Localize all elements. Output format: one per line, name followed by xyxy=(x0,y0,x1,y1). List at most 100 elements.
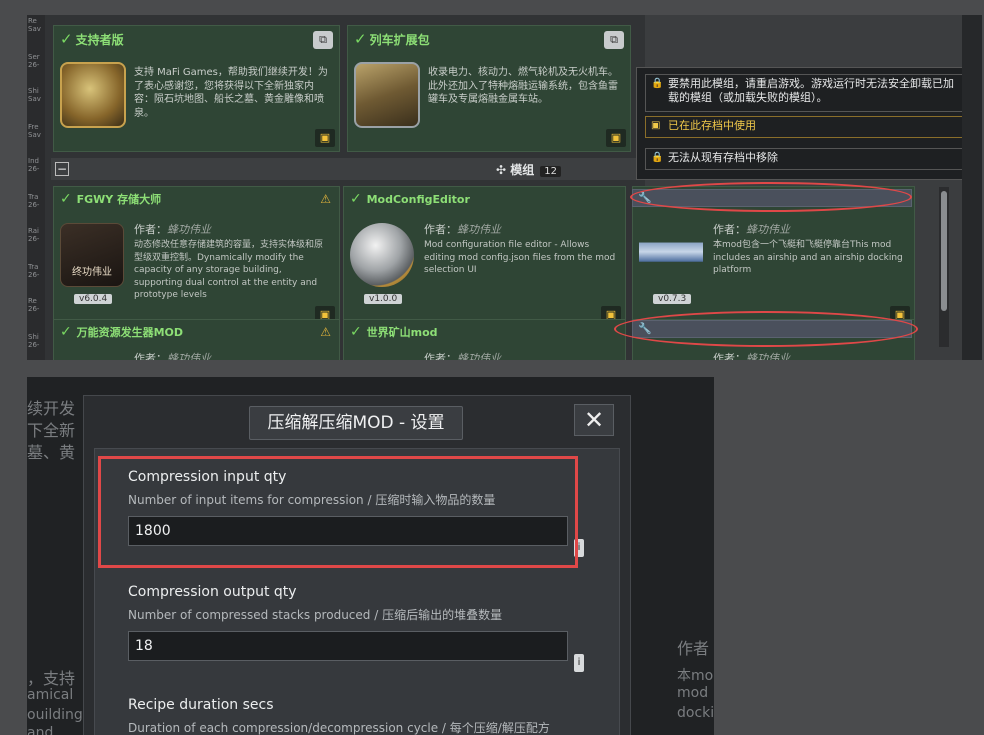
mod-card[interactable]: ✓ 世界矿山mod 作者：蜂功伟业 xyxy=(343,319,626,360)
mod-author: 作者：蜂功伟业 xyxy=(424,352,501,360)
mod-title: ✓ 世界矿山mod xyxy=(350,324,438,340)
close-button[interactable]: ✕ xyxy=(574,404,614,436)
setting-help: Duration of each compression/decompressi… xyxy=(128,721,550,735)
version-badge: v0.7.3 xyxy=(653,294,692,304)
save-entry[interactable]: Sav xyxy=(28,95,44,103)
version-badge: v1.0.0 xyxy=(364,294,403,304)
lock-icon: 🔒 xyxy=(651,78,664,89)
warning-icon[interactable]: ⚠ xyxy=(320,325,331,339)
mod-tooltip: 🔒 要禁用此模组，请重启游戏。游戏运行时无法安全卸载已加载的模组（或加载失败的模组… xyxy=(636,67,972,180)
mod-count-badge: 12 xyxy=(540,166,561,177)
mod-card[interactable]: ✓ ModConfigEditor 作者：蜂功伟业 Mod configurat… xyxy=(343,186,626,329)
background-text: amical xyxy=(27,687,74,703)
save-entry[interactable]: 26- xyxy=(28,201,44,209)
save-entry[interactable]: Shi xyxy=(28,87,44,95)
save-entry[interactable]: Tra xyxy=(28,193,44,201)
background-text: 下全新 xyxy=(27,421,76,440)
background-text: ，支持 xyxy=(27,669,76,688)
dlc-title: ✓ 支持者版 xyxy=(60,30,124,48)
setting-label: Compression output qty xyxy=(128,584,297,600)
setting-label: Recipe duration secs xyxy=(128,697,274,713)
version-badge: v6.0.4 xyxy=(74,294,113,304)
mod-author: 作者：蜂功伟业 xyxy=(134,352,211,360)
mod-description: Mod configuration file editor - Allows e… xyxy=(424,240,616,275)
save-icon: ▣ xyxy=(651,120,661,131)
compression-output-field[interactable]: 18 xyxy=(128,631,568,661)
external-link-icon[interactable]: ⧉ xyxy=(604,31,624,49)
supporter-thumbnail xyxy=(60,62,126,128)
external-link-icon[interactable]: ⧉ xyxy=(313,31,333,49)
save-entry[interactable]: 26- xyxy=(28,61,44,69)
dlc-title: ✓ 列车扩展包 xyxy=(354,30,430,48)
checkmark-icon: ✓ xyxy=(60,324,77,340)
save-entry[interactable]: Fre xyxy=(28,123,44,131)
save-icon: ▣ xyxy=(315,129,335,147)
warning-icon[interactable]: ⚠ xyxy=(320,192,331,206)
save-entry[interactable]: Sav xyxy=(28,131,44,139)
lock-icon: 🔒 xyxy=(651,152,664,163)
info-icon[interactable]: i xyxy=(574,654,584,672)
background-text: 作者 xyxy=(677,639,710,658)
checkmark-icon: ✓ xyxy=(60,191,77,207)
mod-title: ✓ 万能资源发生器MOD xyxy=(60,324,184,340)
save-entry[interactable]: Ser xyxy=(28,53,44,61)
collapse-button[interactable]: − xyxy=(55,162,69,176)
save-entry[interactable]: Re xyxy=(28,17,44,25)
tooltip-cannot-remove: 🔒 无法从现有存档中移除 xyxy=(645,148,963,170)
mod-title: ✓ ModConfigEditor xyxy=(350,191,470,207)
right-edge-strip xyxy=(962,15,982,360)
checkmark-icon: ✓ xyxy=(350,191,367,207)
dialog-title: 压缩解压缩MOD - 设置 xyxy=(249,406,463,440)
save-entry[interactable]: Shi xyxy=(28,333,44,341)
setting-compression-output: Compression output qty Number of compres… xyxy=(128,584,588,672)
save-entry[interactable]: Rai xyxy=(28,227,44,235)
mod-description: 本mod包含一个飞艇和飞艇停靠台This mod includes an air… xyxy=(713,240,903,275)
mod-author: 作者：蜂功伟业 xyxy=(134,223,211,236)
setting-recipe-duration: Recipe duration secs Duration of each co… xyxy=(128,697,588,735)
save-entry[interactable]: Re xyxy=(28,297,44,305)
mod-author: 作者：蜂功伟业 xyxy=(713,352,790,360)
mod-description: 动态修改任意存储建筑的容量，支持实体级和原型级双重控制。Dynamically … xyxy=(134,240,324,300)
save-entry[interactable]: 26- xyxy=(28,235,44,243)
mod-card[interactable]: ✓ 万能资源发生器MOD ⚠ 作者：蜂功伟业 xyxy=(53,319,340,360)
mod-author: 作者：蜂功伟业 xyxy=(713,223,790,236)
airship-thumbnail xyxy=(639,223,703,287)
save-entry[interactable]: 26- xyxy=(28,165,44,173)
group-title: ✣ 模组 12 xyxy=(496,161,561,178)
dlc-card-train[interactable]: ✓ 列车扩展包 ⧉ 收录电力、核动力、燃气轮机及无火机车。此外还加入了特种熔融运输… xyxy=(347,25,631,152)
mod-settings-screen: 续开发 下全新 墓、黄 ，支持 amical ouilding and 作者 本… xyxy=(27,377,714,735)
scrollbar[interactable] xyxy=(939,187,949,347)
mod-card[interactable]: ✓ FGWY 存储大师 ⚠ 终功伟业 作者：蜂功伟业 动态修改任意存储建筑的容量… xyxy=(53,186,340,329)
save-entry[interactable]: 26- xyxy=(28,341,44,349)
background-text: and xyxy=(27,725,54,735)
save-entry[interactable]: Ind xyxy=(28,157,44,165)
highlight-ellipse xyxy=(614,311,918,347)
mod-author: 作者：蜂功伟业 xyxy=(424,223,501,236)
checkmark-icon: ✓ xyxy=(60,30,73,48)
dlc-description: 收录电力、核动力、燃气轮机及无火机车。此外还加入了特种熔融运输系统，包含鱼雷罐车… xyxy=(428,67,618,105)
mod-thumbnail xyxy=(350,223,414,287)
save-entry[interactable]: 26- xyxy=(28,305,44,313)
background-text: ouilding xyxy=(27,707,83,723)
checkmark-icon: ✓ xyxy=(350,324,367,340)
background-text: 墓、黄 xyxy=(27,443,76,462)
checkmark-icon: ✓ xyxy=(354,30,367,48)
background-text: 续开发 xyxy=(27,399,76,418)
background-text: dockir xyxy=(677,705,714,721)
tooltip-used-in-save: ▣ 已在此存档中使用 xyxy=(645,116,963,138)
save-entry[interactable]: 26- xyxy=(28,271,44,279)
mod-title: ✓ FGWY 存储大师 xyxy=(60,191,162,207)
save-entry[interactable]: Sav xyxy=(28,25,44,33)
train-thumbnail xyxy=(354,62,420,128)
background-text: mod xyxy=(677,685,709,701)
save-icon: ▣ xyxy=(606,129,626,147)
save-entry[interactable]: Tra xyxy=(28,263,44,271)
setting-help: Number of compressed stacks produced / 压… xyxy=(128,608,503,622)
save-list-strip: Re Sav Ser 26- Shi Sav Fre Sav Ind 26- T… xyxy=(27,15,45,360)
dlc-description: 支持 MaFi Games，帮助我们继续开发！为了表心感谢您，您将获得以下全新独… xyxy=(134,67,328,119)
scroll-thumb[interactable] xyxy=(941,191,947,311)
mod-thumbnail: 终功伟业 xyxy=(60,223,124,287)
dlc-card-supporter[interactable]: ✓ 支持者版 ⧉ 支持 MaFi Games，帮助我们继续开发！为了表心感谢您，您… xyxy=(53,25,340,152)
background-text: 本mo xyxy=(677,668,714,684)
thumbnail-caption: 终功伟业 xyxy=(72,267,112,278)
